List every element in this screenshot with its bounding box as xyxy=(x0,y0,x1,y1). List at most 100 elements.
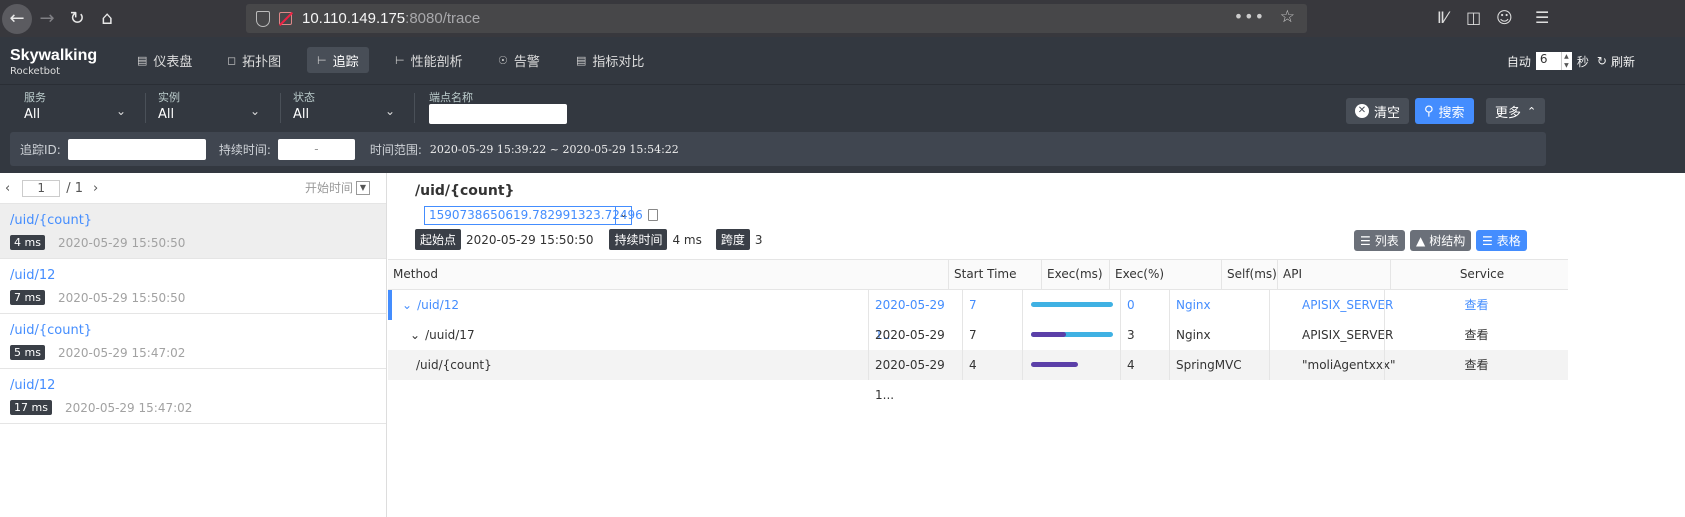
trace-item[interactable]: /uid/{count} 5 ms 2020-05-29 15:47:02 xyxy=(0,314,386,369)
self-ms-cell: 4 xyxy=(1120,350,1169,380)
method-cell: /uid/{count} xyxy=(416,358,492,372)
logo[interactable]: Skywalking Rocketbot xyxy=(10,48,97,78)
bar-chart-icon: ▤ xyxy=(137,53,148,67)
home-icon[interactable]: ⌂ xyxy=(92,4,122,34)
exec-bar-cell xyxy=(1022,350,1120,380)
service-cell: "moliAgentxxx" xyxy=(1269,350,1396,380)
sort-select[interactable]: 开始时间 ▼ xyxy=(305,179,370,196)
advanced-filter: 追踪ID: 持续时间: - 时间范围: 2020-05-29 15:39:22 … xyxy=(10,132,1546,166)
compare-icon: ▤ xyxy=(576,53,587,67)
trace-name: /uid/12 xyxy=(10,378,56,393)
interval-input[interactable]: 6 ▲ ▼ xyxy=(1535,52,1572,70)
duration-badge: 4 ms xyxy=(10,235,45,250)
logo-title: Skywalking xyxy=(10,47,98,64)
sidebar-icon[interactable]: ◫ xyxy=(1466,8,1481,27)
duration-value: 4 ms xyxy=(672,232,702,247)
auto-label[interactable]: 自动 xyxy=(1507,53,1531,70)
clear-label: 清空 xyxy=(1374,105,1401,121)
self-bar xyxy=(1031,332,1067,337)
more-button[interactable]: 更多 ⌃ xyxy=(1486,98,1546,124)
clear-button[interactable]: ✕ 清空 xyxy=(1346,98,1410,124)
duration-badge: 5 ms xyxy=(10,345,45,360)
menu-icon[interactable]: ☰ xyxy=(1535,8,1549,27)
start-time-cell: 2020-05-29 1... xyxy=(868,320,962,372)
table-view-label: 表格 xyxy=(1496,234,1521,248)
library-icon[interactable]: Ⅱ⁄ xyxy=(1437,8,1448,27)
reload-icon[interactable]: ↻ xyxy=(62,4,92,34)
url-host: 10.110.149.175 xyxy=(302,10,406,27)
time-range-value[interactable]: 2020-05-29 15:39:22 ~ 2020-05-29 15:54:2… xyxy=(430,143,679,156)
address-bar[interactable]: 10.110.149.175:8080/trace ••• ☆ xyxy=(246,4,1307,33)
exec-ms-cell: 4 xyxy=(962,350,1022,380)
refresh-button[interactable]: 刷新 xyxy=(1611,53,1635,70)
duration-separator: - xyxy=(314,141,319,156)
prev-page-icon[interactable]: ‹ xyxy=(5,181,10,196)
trace-item[interactable]: /uid/{count} 4 ms 2020-05-29 15:50:50 xyxy=(0,204,386,259)
page-actions-icon[interactable]: ••• xyxy=(1234,7,1265,26)
filter-bar: 服务 All ⌄ 实例 All ⌄ 状态 All ⌄ 端点名称 ✕ 清空 ⚲ 搜索 … xyxy=(0,84,1685,173)
trace-name: /uid/12 xyxy=(10,268,56,283)
duration-badge: 17 ms xyxy=(10,400,52,415)
span-row[interactable]: ⌄ /uuid/17 2020-05-29 1... 7 3 Nginx APIS… xyxy=(388,320,1568,372)
close-circle-icon: ✕ xyxy=(1355,104,1369,118)
duration-label: 持续时间: xyxy=(218,142,271,157)
status-select[interactable]: 状态 All ⌄ xyxy=(293,89,403,122)
list-view-button[interactable]: ☰ 列表 xyxy=(1354,230,1405,251)
url-path: :8080/trace xyxy=(405,10,481,27)
service-label: 服务 xyxy=(24,91,46,104)
trace-id-input[interactable] xyxy=(67,138,206,160)
chevron-down-icon[interactable]: ⌄ xyxy=(402,298,412,312)
nav-alarm[interactable]: ☉ 告警 xyxy=(488,47,550,73)
trace-id-value: 1590738650619.782991323.72496 xyxy=(429,208,643,222)
list-view-label: 列表 xyxy=(1374,234,1399,248)
column-self-ms: Self(ms) xyxy=(1221,260,1277,289)
instance-select[interactable]: 实例 All ⌄ xyxy=(158,89,268,122)
trace-name: /uid/{count} xyxy=(10,323,93,338)
method-name: /uuid/17 xyxy=(425,328,475,342)
duration-input[interactable]: - xyxy=(277,138,355,160)
exec-ms-cell: 7 xyxy=(962,320,1022,350)
nav-dashboard[interactable]: ▤ 仪表盘 xyxy=(127,47,202,73)
refresh-icon[interactable]: ↻ xyxy=(1597,54,1607,68)
table-view-button[interactable]: ☰ 表格 xyxy=(1476,230,1527,251)
more-label: 更多 xyxy=(1495,105,1522,121)
view-link[interactable]: 查看 xyxy=(1384,350,1568,380)
nav-label: 指标对比 xyxy=(592,54,645,70)
trace-item[interactable]: /uid/12 17 ms 2020-05-29 15:47:02 xyxy=(0,369,386,424)
view-link[interactable]: 查看 xyxy=(1384,320,1568,350)
trace-summary: 起始点 2020-05-29 15:50:50 持续时间 4 ms 跨度 3 xyxy=(415,229,763,250)
spin-arrows-icon[interactable]: ▲ ▼ xyxy=(1560,52,1571,70)
exec-bar-cell xyxy=(1022,290,1120,320)
page-input[interactable]: 1 xyxy=(22,179,61,197)
nav-compare[interactable]: ▤ 指标对比 xyxy=(566,47,654,73)
service-select[interactable]: 服务 All ⌄ xyxy=(24,89,134,122)
browser-toolbar: ← → ↻ ⌂ 10.110.149.175:8080/trace ••• ☆ … xyxy=(0,0,1685,37)
nav-topology[interactable]: ◻ 拓扑图 xyxy=(217,47,291,73)
nav-label: 仪表盘 xyxy=(153,54,193,70)
span-row[interactable]: ⌄ /uid/12 2020-05-29 1... 7 0 Nginx APISI… xyxy=(388,290,1568,342)
trace-name: /uid/{count} xyxy=(10,213,93,228)
chevron-down-icon: ▼ xyxy=(356,180,370,195)
copy-icon[interactable] xyxy=(648,209,658,221)
forward-arrow-icon[interactable]: → xyxy=(32,4,62,34)
nav-trace[interactable]: ⊢ 追踪 xyxy=(307,47,369,73)
endpoint-input[interactable] xyxy=(429,104,567,124)
insecure-lock-icon[interactable] xyxy=(279,12,292,25)
start-time-cell: 2020-05-29 1... xyxy=(868,350,962,402)
account-icon[interactable]: ☺ xyxy=(1496,8,1513,27)
self-ms-cell: 3 xyxy=(1120,320,1169,350)
view-link[interactable]: 查看 xyxy=(1384,290,1568,320)
column-exec-pct: Exec(%) xyxy=(1109,260,1221,289)
span-row[interactable]: /uid/{count} 2020-05-29 1... 4 4 SpringM… xyxy=(388,350,1568,402)
trace-id-select[interactable]: 1590738650619.782991323.72496 ⌄ xyxy=(424,206,643,225)
tree-view-button[interactable]: ▲ 树结构 xyxy=(1410,230,1472,251)
search-button[interactable]: ⚲ 搜索 xyxy=(1415,98,1474,124)
chevron-down-icon[interactable]: ⌄ xyxy=(410,328,420,342)
bookmark-star-icon[interactable]: ☆ xyxy=(1280,7,1295,27)
nav-profile[interactable]: ⊢ 性能剖析 xyxy=(385,47,473,73)
trace-item[interactable]: /uid/12 7 ms 2020-05-29 15:50:50 xyxy=(0,259,386,314)
endpoint-filter: 端点名称 xyxy=(429,89,473,105)
back-arrow-icon[interactable]: ← xyxy=(2,3,32,34)
next-page-icon[interactable]: › xyxy=(93,181,98,196)
trace-id-label: 追踪ID: xyxy=(20,142,61,157)
